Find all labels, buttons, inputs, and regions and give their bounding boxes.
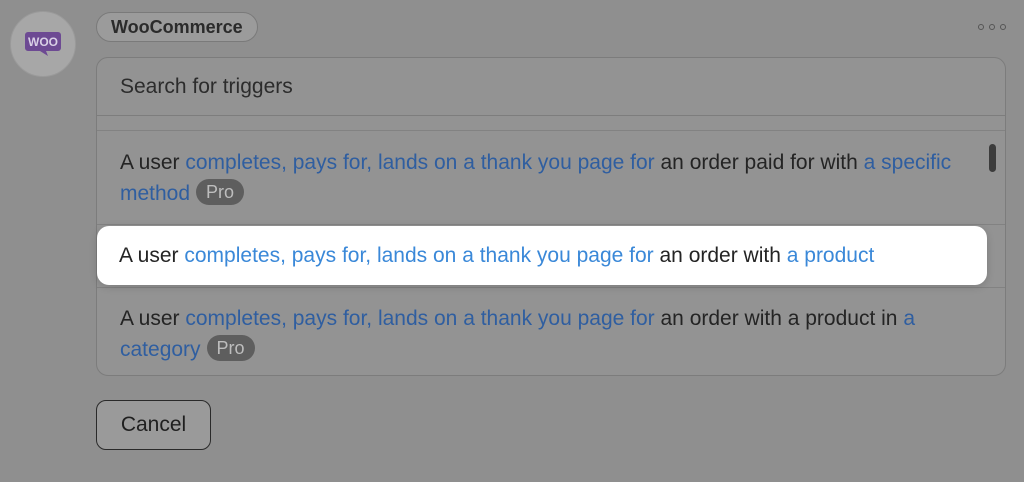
- integration-name-badge: WooCommerce: [96, 12, 258, 42]
- logo-text: WOO: [28, 35, 58, 49]
- trigger-text: an order with a product in: [654, 307, 904, 330]
- more-options-icon[interactable]: [978, 18, 1006, 36]
- trigger-text: A user: [120, 151, 186, 174]
- pro-badge: Pro: [196, 179, 245, 205]
- trigger-panel: A user completes, pays for, lands on a t…: [96, 57, 1006, 376]
- integration-name: WooCommerce: [111, 16, 243, 37]
- more-dot: [978, 24, 984, 30]
- trigger-object-link[interactable]: a product: [787, 244, 875, 268]
- trigger-text: A user: [119, 243, 185, 267]
- trigger-text: A user: [120, 307, 186, 330]
- pro-badge: Pro: [206, 335, 255, 361]
- integration-logo: WOO: [10, 11, 76, 77]
- trigger-action-link[interactable]: completes, pays for, lands on a thank yo…: [184, 244, 653, 268]
- trigger-item[interactable]: A user completes, pays for, lands on a t…: [120, 147, 970, 209]
- scrollbar-thumb[interactable]: [989, 144, 996, 172]
- trigger-text: an order paid for with: [654, 151, 864, 174]
- divider: [97, 224, 1005, 225]
- woocommerce-logo-icon: WOO: [25, 32, 61, 56]
- trigger-action-link[interactable]: completes, pays for, lands on a thank yo…: [185, 307, 654, 330]
- trigger-item-highlighted[interactable]: A user completes, pays for, lands on a t…: [97, 226, 987, 285]
- cancel-button[interactable]: Cancel: [96, 400, 211, 450]
- search-input[interactable]: [97, 58, 1005, 116]
- more-dot: [1000, 24, 1006, 30]
- trigger-text: an order with: [653, 243, 787, 267]
- trigger-action-link[interactable]: completes, pays for, lands on a thank yo…: [185, 151, 654, 174]
- divider: [97, 287, 1005, 288]
- trigger-item[interactable]: A user completes, pays for, lands on a t…: [120, 303, 970, 365]
- more-dot: [989, 24, 995, 30]
- divider: [97, 130, 1005, 131]
